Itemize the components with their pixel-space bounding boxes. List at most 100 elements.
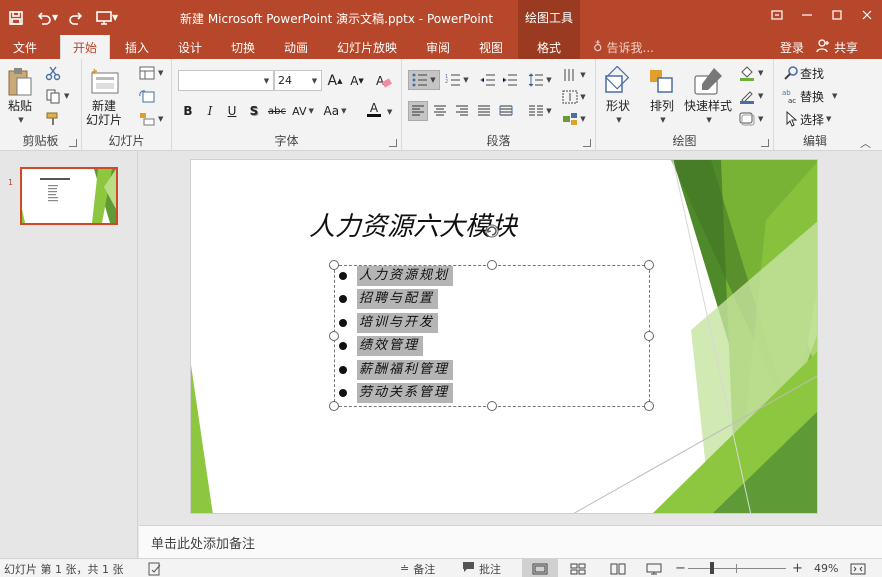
replace-button[interactable]: ab ac 替换 ▼	[782, 86, 837, 106]
shape-effects-dropdown-icon[interactable]: ▼	[758, 115, 763, 123]
decrease-font-size-icon[interactable]: A ▼	[347, 71, 367, 91]
find-button[interactable]: 查找	[782, 63, 824, 83]
resize-handle-top[interactable]	[487, 260, 497, 270]
resize-handle-top-left[interactable]	[329, 260, 339, 270]
font-size-combobox[interactable]: 24 ▼	[274, 70, 322, 91]
cut-button[interactable]	[44, 63, 62, 83]
copy-dropdown-icon[interactable]: ▼	[64, 92, 69, 100]
resize-handle-left[interactable]	[329, 331, 339, 341]
tab-slideshow[interactable]: 幻灯片放映	[329, 35, 405, 59]
bullet-item[interactable]: 薪酬福利管理	[339, 360, 454, 380]
bullets-icon[interactable]: ▼	[408, 70, 440, 90]
resize-handle-bottom[interactable]	[487, 401, 497, 411]
layout-button[interactable]: ▼	[138, 63, 163, 83]
bold-icon[interactable]: B	[178, 101, 198, 121]
zoom-in-icon[interactable]: +	[792, 559, 803, 577]
character-spacing-icon[interactable]: AV ▼	[290, 101, 316, 121]
tab-home[interactable]: 开始	[60, 35, 110, 59]
replace-dropdown-icon[interactable]: ▼	[832, 92, 837, 100]
zoom-slider[interactable]	[688, 559, 786, 577]
align-text-icon[interactable]: ▼	[560, 87, 588, 107]
tell-me-box[interactable]: ♁ 告诉我...	[593, 35, 654, 59]
rotate-handle-icon[interactable]	[484, 223, 500, 239]
section-dropdown-icon[interactable]: ▼	[158, 115, 163, 123]
align-right-icon[interactable]	[452, 101, 472, 121]
share-button[interactable]: 共享	[816, 35, 858, 59]
columns-icon[interactable]: ▼	[526, 101, 554, 121]
text-shadow-icon[interactable]: S	[244, 101, 264, 121]
align-center-icon[interactable]	[430, 101, 450, 121]
font-launcher-icon[interactable]	[389, 139, 397, 147]
tab-animations[interactable]: 动画	[272, 35, 320, 59]
tab-insert[interactable]: 插入	[113, 35, 161, 59]
tab-design[interactable]: 设计	[166, 35, 214, 59]
font-color-icon[interactable]: A	[364, 99, 384, 119]
ribbon-display-icon[interactable]	[762, 0, 792, 30]
decrease-indent-icon[interactable]	[478, 70, 498, 90]
notes-placeholder[interactable]: 单击此处添加备注	[151, 533, 255, 552]
shape-outline-dropdown-icon[interactable]: ▼	[758, 92, 763, 100]
resize-handle-right[interactable]	[644, 331, 654, 341]
zoom-slider-thumb[interactable]	[710, 562, 714, 574]
zoom-level[interactable]: 49%	[814, 559, 838, 577]
arrange-dropdown-icon[interactable]: ▼	[660, 113, 665, 127]
select-button[interactable]: 选择 ▼	[782, 109, 831, 129]
drawing-launcher-icon[interactable]	[761, 139, 769, 147]
normal-view-icon[interactable]	[522, 559, 558, 577]
new-slide-button[interactable]: 新建 幻灯片	[86, 65, 122, 127]
tab-view[interactable]: 视图	[467, 35, 515, 59]
resize-handle-bottom-left[interactable]	[329, 401, 339, 411]
undo-dropdown-icon[interactable]: ▼	[52, 13, 60, 22]
font-size-dropdown-icon[interactable]: ▼	[308, 71, 321, 90]
increase-font-size-icon[interactable]: A ▲	[325, 71, 345, 91]
shape-effects-button[interactable]: ▼	[738, 109, 763, 129]
zoom-out-icon[interactable]: −	[675, 559, 686, 577]
slide[interactable]: 人力资源六大模块 人力资源规划 招聘与配置 培训与开发 绩效管理 薪酬福利管理 …	[190, 159, 818, 514]
resize-handle-bottom-right[interactable]	[644, 401, 654, 411]
distributed-icon[interactable]	[496, 101, 516, 121]
bullet-item[interactable]: 劳动关系管理	[339, 383, 454, 403]
shape-outline-button[interactable]: ▼	[738, 86, 763, 106]
login-link[interactable]: 登录	[780, 35, 804, 59]
bullet-item[interactable]: 人力资源规划	[339, 266, 454, 286]
customize-qat-icon[interactable]: ▼	[112, 13, 120, 22]
paragraph-launcher-icon[interactable]	[583, 139, 591, 147]
save-icon[interactable]	[4, 6, 28, 30]
text-direction-icon[interactable]: ▼	[560, 65, 588, 85]
select-dropdown-icon[interactable]: ▼	[826, 115, 831, 123]
quick-styles-button[interactable]: 快速样式 ▼	[684, 65, 732, 127]
smartart-icon[interactable]: ▼	[560, 109, 588, 129]
bullet-text-box[interactable]: 人力资源规划 招聘与配置 培训与开发 绩效管理 薪酬福利管理 劳动关系管理	[329, 260, 654, 411]
arrange-button[interactable]: 排列 ▼	[646, 65, 678, 127]
copy-button[interactable]: ▼	[44, 86, 69, 106]
italic-icon[interactable]: I	[200, 101, 220, 121]
quick-styles-dropdown-icon[interactable]: ▼	[706, 113, 711, 127]
spell-check-icon[interactable]	[148, 559, 162, 577]
font-name-dropdown-icon[interactable]: ▼	[260, 71, 273, 90]
comments-toggle-button[interactable]: 批注	[462, 559, 501, 577]
paste-dropdown-icon[interactable]: ▼	[18, 113, 23, 127]
tab-transitions[interactable]: 切换	[219, 35, 267, 59]
bullet-item[interactable]: 培训与开发	[339, 313, 439, 333]
reading-view-icon[interactable]	[610, 559, 626, 577]
clear-formatting-icon[interactable]: A	[374, 71, 394, 91]
reset-button[interactable]	[138, 86, 156, 106]
align-left-icon[interactable]	[408, 101, 428, 121]
close-icon[interactable]	[852, 0, 882, 30]
change-case-icon[interactable]: Aa ▼	[322, 101, 348, 121]
shapes-button[interactable]: 形状 ▼	[602, 65, 634, 127]
fit-slide-icon[interactable]	[850, 559, 866, 577]
underline-icon[interactable]: U	[222, 101, 242, 121]
numbering-icon[interactable]: 1 2 ▼	[442, 70, 472, 90]
clipboard-launcher-icon[interactable]	[69, 139, 77, 147]
minimize-icon[interactable]	[792, 0, 822, 30]
shape-fill-dropdown-icon[interactable]: ▼	[758, 69, 763, 77]
slideshow-icon[interactable]	[646, 559, 662, 577]
tab-file[interactable]: 文件	[0, 35, 50, 59]
tab-format[interactable]: 格式	[518, 35, 580, 59]
layout-dropdown-icon[interactable]: ▼	[158, 69, 163, 77]
strikethrough-icon[interactable]: abc	[266, 101, 288, 121]
restore-icon[interactable]	[822, 0, 852, 30]
collapse-ribbon-icon[interactable]: ︿	[860, 135, 871, 151]
bullet-item[interactable]: 招聘与配置	[339, 289, 439, 309]
